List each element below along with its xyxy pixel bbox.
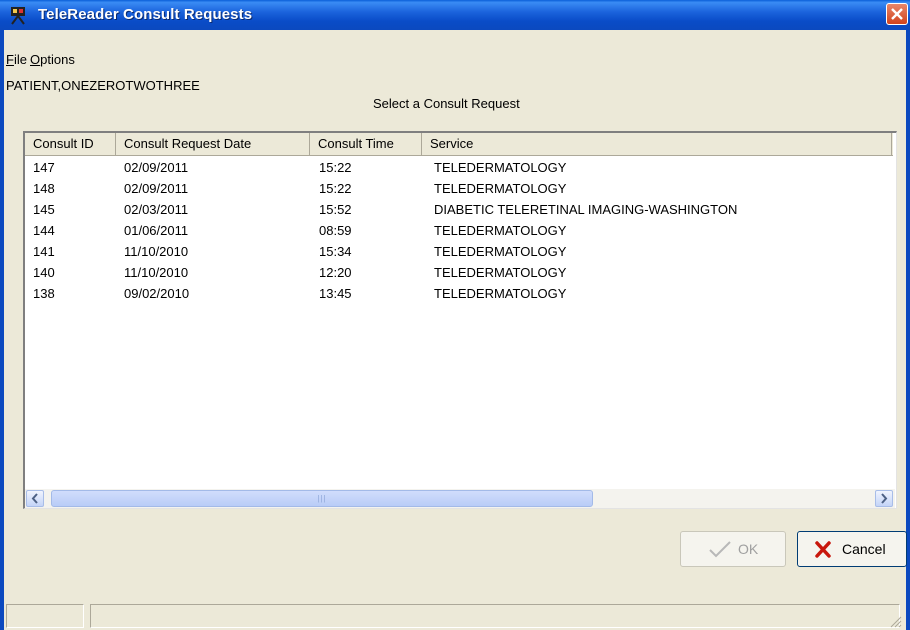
status-bar (6, 602, 904, 630)
cell-request-date: 09/02/2010 (124, 286, 190, 301)
instruction-label: Select a Consult Request (373, 96, 520, 111)
cell-consult-id: 148 (33, 181, 55, 196)
resize-grip-icon[interactable] (890, 616, 902, 628)
cell-request-date: 02/03/2011 (124, 202, 189, 217)
cell-service: TELEDERMATOLOGY (434, 244, 567, 259)
cell-consult-time: 15:22 (319, 181, 352, 196)
list-header: Consult ID Consult Request Date Consult … (25, 133, 893, 156)
cell-service: TELEDERMATOLOGY (434, 160, 567, 175)
cell-request-date: 01/06/2011 (124, 223, 189, 238)
chevron-left-icon (31, 493, 38, 504)
menu-file-label: ile (13, 52, 27, 67)
cell-consult-id: 147 (33, 160, 55, 175)
column-header-consult-time[interactable]: Consult Time (310, 133, 422, 155)
column-header-consult-id[interactable]: Consult ID (25, 133, 116, 155)
close-icon (891, 8, 903, 20)
title-bar: TeleReader Consult Requests (0, 0, 910, 30)
cell-consult-id: 141 (33, 244, 55, 259)
patient-name: PATIENT,ONEZEROTWOTHREE (6, 78, 200, 93)
table-row[interactable]: 145 02/03/2011 15:52 DIABETIC TELERETINAL I… (25, 199, 893, 220)
cancel-button[interactable]: Cancel (797, 531, 907, 567)
cell-request-date: 11/10/2010 (124, 244, 189, 259)
cell-consult-time: 12:20 (319, 265, 352, 280)
table-row[interactable]: 138 09/02/2010 13:45 TELEDERMATOLOGY (25, 283, 893, 304)
cell-request-date: 11/10/2010 (124, 265, 189, 280)
checkmark-icon (709, 541, 731, 558)
menu-file[interactable]: File (6, 52, 27, 67)
cell-consult-id: 140 (33, 265, 55, 280)
status-panel-main (90, 604, 900, 628)
cell-request-date: 02/09/2011 (124, 181, 189, 196)
consult-list[interactable]: Consult ID Consult Request Date Consult … (23, 131, 897, 509)
list-rows: 147 02/09/2011 15:22 TELEDERMATOLOGY 148 02/… (25, 157, 893, 304)
close-button[interactable] (886, 3, 908, 25)
cell-consult-time: 15:34 (319, 244, 352, 259)
cell-service: TELEDERMATOLOGY (434, 265, 567, 280)
window-frame-left (0, 30, 4, 630)
ok-button-label: OK (738, 541, 759, 557)
ok-button[interactable]: OK (680, 531, 786, 567)
scroll-thumb[interactable]: ||| (51, 490, 593, 507)
table-row[interactable]: 148 02/09/2011 15:22 TELEDERMATOLOGY (25, 178, 893, 199)
scroll-thumb-grip: ||| (317, 494, 327, 503)
table-row[interactable]: 147 02/09/2011 15:22 TELEDERMATOLOGY (25, 157, 893, 178)
table-row[interactable]: 140 11/10/2010 12:20 TELEDERMATOLOGY (25, 262, 893, 283)
cell-service: TELEDERMATOLOGY (434, 223, 567, 238)
cell-consult-time: 15:52 (319, 202, 352, 217)
cell-service: TELEDERMATOLOGY (434, 286, 567, 301)
table-row[interactable]: 141 11/10/2010 15:34 TELEDERMATOLOGY (25, 241, 893, 262)
scroll-left-button[interactable] (26, 490, 44, 507)
scroll-right-button[interactable] (875, 490, 893, 507)
chevron-right-icon (881, 493, 888, 504)
menu-options-label: ptions (40, 52, 75, 67)
menu-file-mnemonic: F (6, 52, 14, 67)
cancel-button-label: Cancel (842, 541, 886, 557)
table-row[interactable]: 144 01/06/2011 08:59 TELEDERMATOLOGY (25, 220, 893, 241)
column-header-request-date[interactable]: Consult Request Date (116, 133, 310, 155)
cell-service: TELEDERMATOLOGY (434, 181, 567, 196)
projector-icon (11, 7, 25, 25)
cell-request-date: 02/09/2011 (124, 160, 189, 175)
menu-options[interactable]: Options (30, 52, 75, 67)
cell-consult-time: 15:22 (319, 160, 352, 175)
column-header-service[interactable]: Service (422, 133, 892, 155)
cell-consult-id: 145 (33, 202, 55, 217)
cell-consult-id: 144 (33, 223, 55, 238)
cell-consult-id: 138 (33, 286, 55, 301)
window-title: TeleReader Consult Requests (38, 6, 253, 23)
cell-service: DIABETIC TELERETINAL IMAGING-WASHINGTON (434, 202, 738, 217)
x-icon (815, 541, 831, 558)
horizontal-scrollbar[interactable]: ||| (25, 489, 895, 508)
cell-consult-time: 13:45 (319, 286, 352, 301)
cell-consult-time: 08:59 (319, 223, 352, 238)
status-panel-left (6, 604, 84, 628)
menu-options-mnemonic: O (30, 52, 41, 67)
